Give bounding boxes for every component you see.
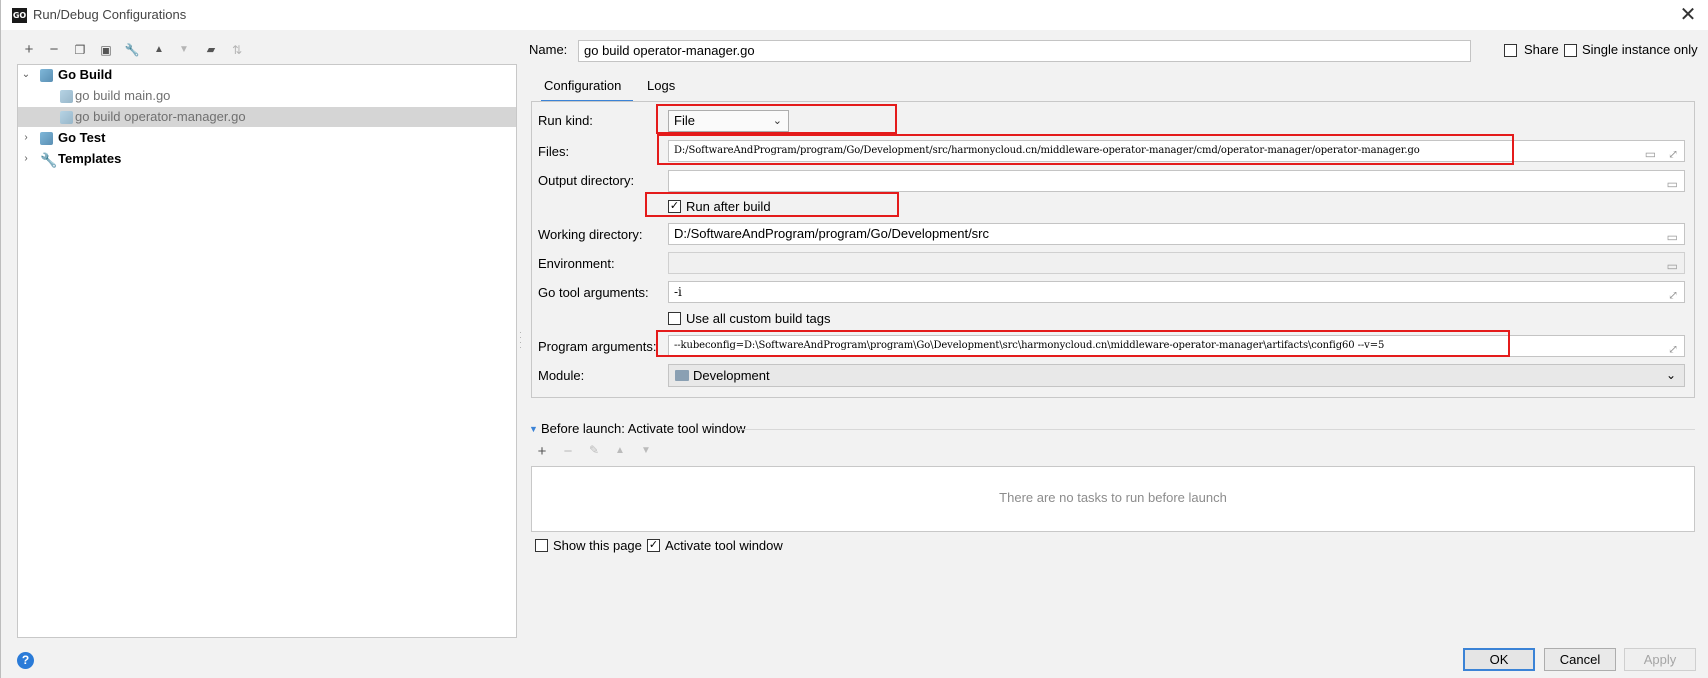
go-tool-args-field[interactable]: -i ⤢ (668, 281, 1685, 303)
go-build-icon (40, 69, 53, 82)
working-dir-label: Working directory: (538, 227, 643, 242)
add-task-icon[interactable]: + (533, 443, 551, 460)
tree-node-main[interactable]: go build main.go (18, 86, 516, 106)
wrench-icon[interactable]: 🔧 (122, 40, 142, 60)
tree-node-templates[interactable]: › 🔧 Templates (18, 149, 516, 169)
ok-button[interactable]: OK (1463, 648, 1535, 671)
chevron-down-icon: ⌄ (1665, 368, 1676, 382)
goland-app-icon: GO (12, 8, 27, 23)
run-debug-configurations-dialog: GO Run/Debug Configurations ✕ + − ❐ ▣ 🔧 … (0, 0, 1708, 678)
folder-browse-icon[interactable]: ▭ (1667, 227, 1678, 244)
before-launch-title[interactable]: Before launch: Activate tool window (541, 421, 746, 436)
tree-node-operator-manager[interactable]: go build operator-manager.go (18, 107, 516, 127)
name-label: Name: (529, 42, 568, 57)
configuration-tree[interactable]: ⌄ Go Build go build main.go go build ope… (17, 64, 517, 638)
share-checkbox[interactable] (1504, 44, 1517, 57)
chevron-down-icon[interactable]: ⌄ (20, 65, 32, 85)
module-select[interactable]: Development ⌄ (668, 364, 1685, 387)
expand-icon[interactable]: ⤢ (1668, 144, 1678, 161)
name-field[interactable]: go build operator-manager.go (578, 40, 1471, 62)
working-dir-value: D:/SoftwareAndProgram/program/Go/Develop… (674, 226, 990, 241)
remove-icon[interactable]: − (44, 40, 64, 60)
single-instance-checkbox[interactable] (1564, 44, 1577, 57)
chevron-right-icon[interactable]: › (20, 149, 32, 169)
go-test-icon (40, 132, 53, 145)
module-value: Development (693, 368, 770, 383)
custom-build-tags-label: Use all custom build tags (686, 311, 831, 326)
single-instance-label: Single instance only (1582, 42, 1698, 57)
folder-browse-icon[interactable]: ▭ (1667, 256, 1678, 273)
remove-task-icon: − (563, 443, 573, 460)
expand-icon[interactable]: ⤢ (1668, 285, 1678, 302)
go-build-config-icon (60, 111, 73, 124)
move-up-icon[interactable]: ▲ (149, 40, 169, 60)
files-label: Files: (538, 144, 570, 159)
tree-node-go-test[interactable]: › Go Test (18, 128, 516, 148)
environment-field[interactable]: ▭ (668, 252, 1685, 274)
add-icon[interactable]: + (19, 40, 39, 60)
go-build-config-icon (60, 90, 73, 103)
tree-label: go build main.go (75, 88, 171, 103)
output-dir-label: Output directory: (538, 173, 635, 188)
tab-configuration[interactable]: Configuration (541, 76, 633, 102)
activate-tool-window-checkbox[interactable]: ✓ (647, 539, 660, 552)
program-args-label: Program arguments: (538, 339, 657, 354)
section-separator (739, 429, 1695, 430)
folder-browse-icon[interactable]: ▭ (1667, 174, 1678, 191)
working-dir-field[interactable]: D:/SoftwareAndProgram/program/Go/Develop… (668, 223, 1685, 245)
cancel-button[interactable]: Cancel (1544, 648, 1616, 671)
sort-icon: ⇅ (231, 43, 243, 57)
move-down-icon: ▼ (179, 44, 189, 55)
folder-browse-icon[interactable]: ▭ (1645, 144, 1656, 161)
go-tool-args-label: Go tool arguments: (538, 285, 649, 300)
custom-build-tags-checkbox[interactable] (668, 312, 681, 325)
go-tool-args-value: -i (674, 285, 682, 299)
show-page-checkbox[interactable] (535, 539, 548, 552)
highlight-box (656, 330, 1510, 357)
collapse-arrow-icon[interactable]: ▼ (529, 424, 538, 434)
tree-label: Go Build (58, 67, 113, 82)
help-icon[interactable]: ? (17, 652, 34, 669)
apply-button: Apply (1624, 648, 1696, 671)
environment-label: Environment: (538, 256, 615, 271)
copy-icon[interactable]: ❐ (70, 40, 90, 60)
tree-node-go-build[interactable]: ⌄ Go Build (18, 65, 516, 85)
share-label: Share (1524, 42, 1559, 57)
highlight-box (657, 134, 1514, 165)
tab-logs[interactable]: Logs (647, 76, 675, 102)
move-task-down-icon: ▼ (641, 445, 651, 456)
before-launch-task-list[interactable]: There are no tasks to run before launch (531, 466, 1695, 532)
output-dir-field[interactable]: ▭ (668, 170, 1685, 192)
title-bar: GO Run/Debug Configurations ✕ (1, 0, 1708, 30)
highlight-box (656, 104, 897, 134)
show-page-label: Show this page (553, 538, 642, 553)
move-task-up-icon: ▲ (615, 445, 625, 456)
tree-label: go build operator-manager.go (75, 109, 246, 124)
tree-label: Templates (58, 151, 122, 166)
activate-tool-window-label: Activate tool window (665, 538, 783, 553)
run-kind-label: Run kind: (538, 113, 593, 128)
window-title: Run/Debug Configurations (33, 7, 187, 22)
close-icon[interactable]: ✕ (1675, 2, 1701, 28)
expand-icon[interactable]: ⤢ (1668, 339, 1678, 356)
highlight-box (645, 192, 899, 217)
splitter-handle[interactable]: · · · · (519, 328, 523, 352)
tree-label: Go Test (58, 130, 106, 145)
module-label: Module: (538, 368, 585, 383)
empty-tasks-text: There are no tasks to run before launch (999, 490, 1227, 505)
module-folder-icon (675, 370, 689, 381)
wrench-icon: 🔧 (40, 152, 58, 168)
edit-task-icon: ✎ (588, 443, 600, 457)
save-icon[interactable]: ▣ (96, 40, 116, 60)
new-folder-icon[interactable]: ▰ (201, 40, 221, 60)
chevron-right-icon[interactable]: › (20, 128, 32, 148)
